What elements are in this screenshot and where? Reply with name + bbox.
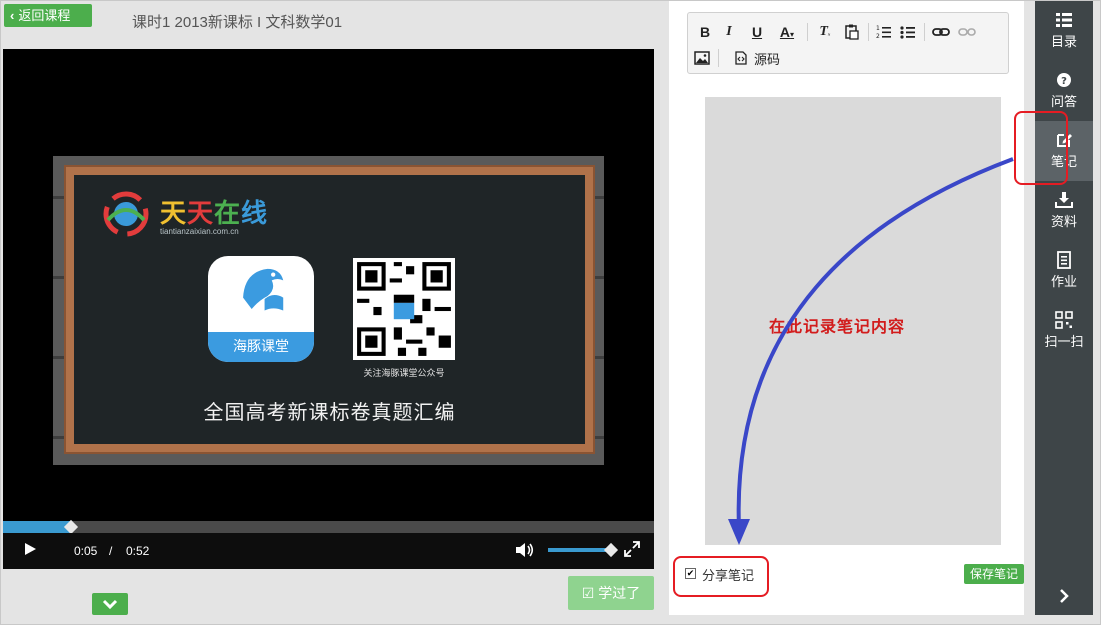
video-heading: 全国高考新课标卷真题汇编 <box>203 402 456 424</box>
save-note-button[interactable]: 保存笔记 <box>964 564 1024 584</box>
annotation-text: 在此记录笔记内容 <box>769 319 906 336</box>
logo-char: 天 <box>160 199 188 229</box>
toolbar-separator <box>807 23 808 41</box>
paste-icon[interactable] <box>844 24 860 40</box>
brand-logo-text: 天天在线 <box>160 193 268 230</box>
player-controls: 0:05 / 0:52 <box>3 533 654 569</box>
dolphin-logo-icon <box>103 191 149 237</box>
volume-fill <box>548 548 611 552</box>
fullscreen-icon[interactable] <box>624 541 640 557</box>
download-icon <box>1055 192 1073 208</box>
remove-format-label: T <box>819 24 828 39</box>
mark-learned-button[interactable]: ☑ 学过了 <box>568 576 654 610</box>
logo-char: 线 <box>241 199 269 229</box>
chalkboard: 天天在线 tiantianzaixian.com.cn 海豚课堂 关注海豚课堂公… <box>74 175 585 444</box>
top-bar: ‹ 返回课程 课时1 2013新课标 I 文科数学01 <box>1 1 669 49</box>
source-code-icon[interactable] <box>734 51 748 65</box>
annotation-highlight-notes <box>1014 111 1068 185</box>
font-color-button[interactable]: A▾ <box>774 21 800 43</box>
svg-text:1: 1 <box>876 25 880 32</box>
time-separator: / <box>109 544 113 558</box>
app-window: ‹ 返回课程 课时1 2013新课标 I 文科数学01 天天在线 tiantia… <box>0 0 1101 625</box>
nav-item-homework[interactable]: 作业 <box>1035 241 1093 301</box>
volume-slider[interactable] <box>548 542 618 558</box>
volume-handle[interactable] <box>603 542 618 558</box>
chevron-right-icon[interactable] <box>1057 587 1071 605</box>
bold-button[interactable]: B <box>696 21 714 43</box>
volume-icon[interactable] <box>515 541 535 559</box>
annotation-highlight-share <box>673 556 769 597</box>
brand-url: tiantianzaixian.com.cn <box>160 227 239 236</box>
lesson-title: 课时1 2013新课标 I 文科数学01 <box>132 14 343 31</box>
back-to-course-button[interactable]: ‹ 返回课程 <box>4 4 92 27</box>
nav-item-scan[interactable]: 扫一扫 <box>1035 301 1093 361</box>
bullet-list-icon[interactable] <box>900 24 916 40</box>
question-icon: ? <box>1057 73 1071 87</box>
italic-button[interactable]: I <box>720 21 738 43</box>
qr-code-image <box>353 258 455 360</box>
nav-item-catalog[interactable]: 目录 <box>1035 1 1093 61</box>
qr-caption: 关注海豚课堂公众号 <box>363 368 445 378</box>
video-player[interactable]: 天天在线 tiantianzaixian.com.cn 海豚课堂 关注海豚课堂公… <box>3 49 654 569</box>
app-name-label: 海豚课堂 <box>208 332 314 362</box>
unlink-icon[interactable] <box>958 26 976 38</box>
svg-text:?: ? <box>1061 76 1067 87</box>
video-progress-fill <box>3 521 72 533</box>
expand-button[interactable] <box>92 593 128 615</box>
nav-item-materials[interactable]: 资料 <box>1035 181 1093 241</box>
video-frame[interactable]: 天天在线 tiantianzaixian.com.cn 海豚课堂 关注海豚课堂公… <box>3 49 654 521</box>
dolphin-icon <box>243 268 284 311</box>
logo-char: 在 <box>214 199 242 229</box>
nav-label-homework: 作业 <box>1050 274 1077 289</box>
nav-label-scan: 扫一扫 <box>1044 334 1084 349</box>
current-time: 0:05 <box>74 544 98 558</box>
chevron-down-icon <box>102 599 118 610</box>
back-to-course-label: 返回课程 <box>18 8 71 23</box>
mark-learned-label: 学过了 <box>598 585 641 601</box>
list-icon <box>1056 13 1072 27</box>
logo-char: 天 <box>187 199 215 229</box>
source-code-button-label[interactable]: 源码 <box>754 49 780 68</box>
toolbar-separator <box>868 23 869 41</box>
editor-toolbar: B I U A▾ Tₓ 1 2 源码 <box>687 12 1009 74</box>
check-edit-icon: ☑ <box>581 585 595 601</box>
nav-label-qa: 问答 <box>1050 94 1077 109</box>
right-sidebar-nav: 目录 ? 问答 笔记 资料 作业 扫一扫 <box>1035 1 1093 615</box>
link-icon[interactable] <box>932 26 950 38</box>
note-panel: B I U A▾ Tₓ 1 2 源码 ✔ 分享笔记 保存笔记 <box>669 1 1024 615</box>
chalkboard-frame: 天天在线 tiantianzaixian.com.cn 海豚课堂 关注海豚课堂公… <box>64 165 595 454</box>
total-time: 0:52 <box>126 544 150 558</box>
video-chalkboard-scene: 天天在线 tiantianzaixian.com.cn 海豚课堂 关注海豚课堂公… <box>53 156 604 465</box>
homework-icon <box>1057 251 1071 269</box>
nav-label-catalog: 目录 <box>1050 34 1077 49</box>
toolbar-separator <box>718 49 719 67</box>
qr-scan-icon <box>1055 311 1073 329</box>
underline-button[interactable]: U <box>748 21 766 43</box>
svg-text:2: 2 <box>876 33 880 40</box>
play-button[interactable] <box>25 543 36 555</box>
toolbar-separator <box>924 23 925 41</box>
chevron-left-icon: ‹ <box>10 8 15 23</box>
clear-icon: ₓ <box>827 28 831 37</box>
nav-label-materials: 资料 <box>1050 214 1077 229</box>
video-progress-bar[interactable] <box>3 519 654 535</box>
image-icon[interactable] <box>694 51 710 65</box>
app-icon: 海豚课堂 <box>208 256 314 362</box>
numbered-list-icon[interactable]: 1 2 <box>876 24 892 40</box>
caret-down-icon: ▾ <box>790 30 795 39</box>
remove-format-button[interactable]: Tₓ <box>814 21 836 43</box>
font-color-label: A <box>779 24 791 40</box>
